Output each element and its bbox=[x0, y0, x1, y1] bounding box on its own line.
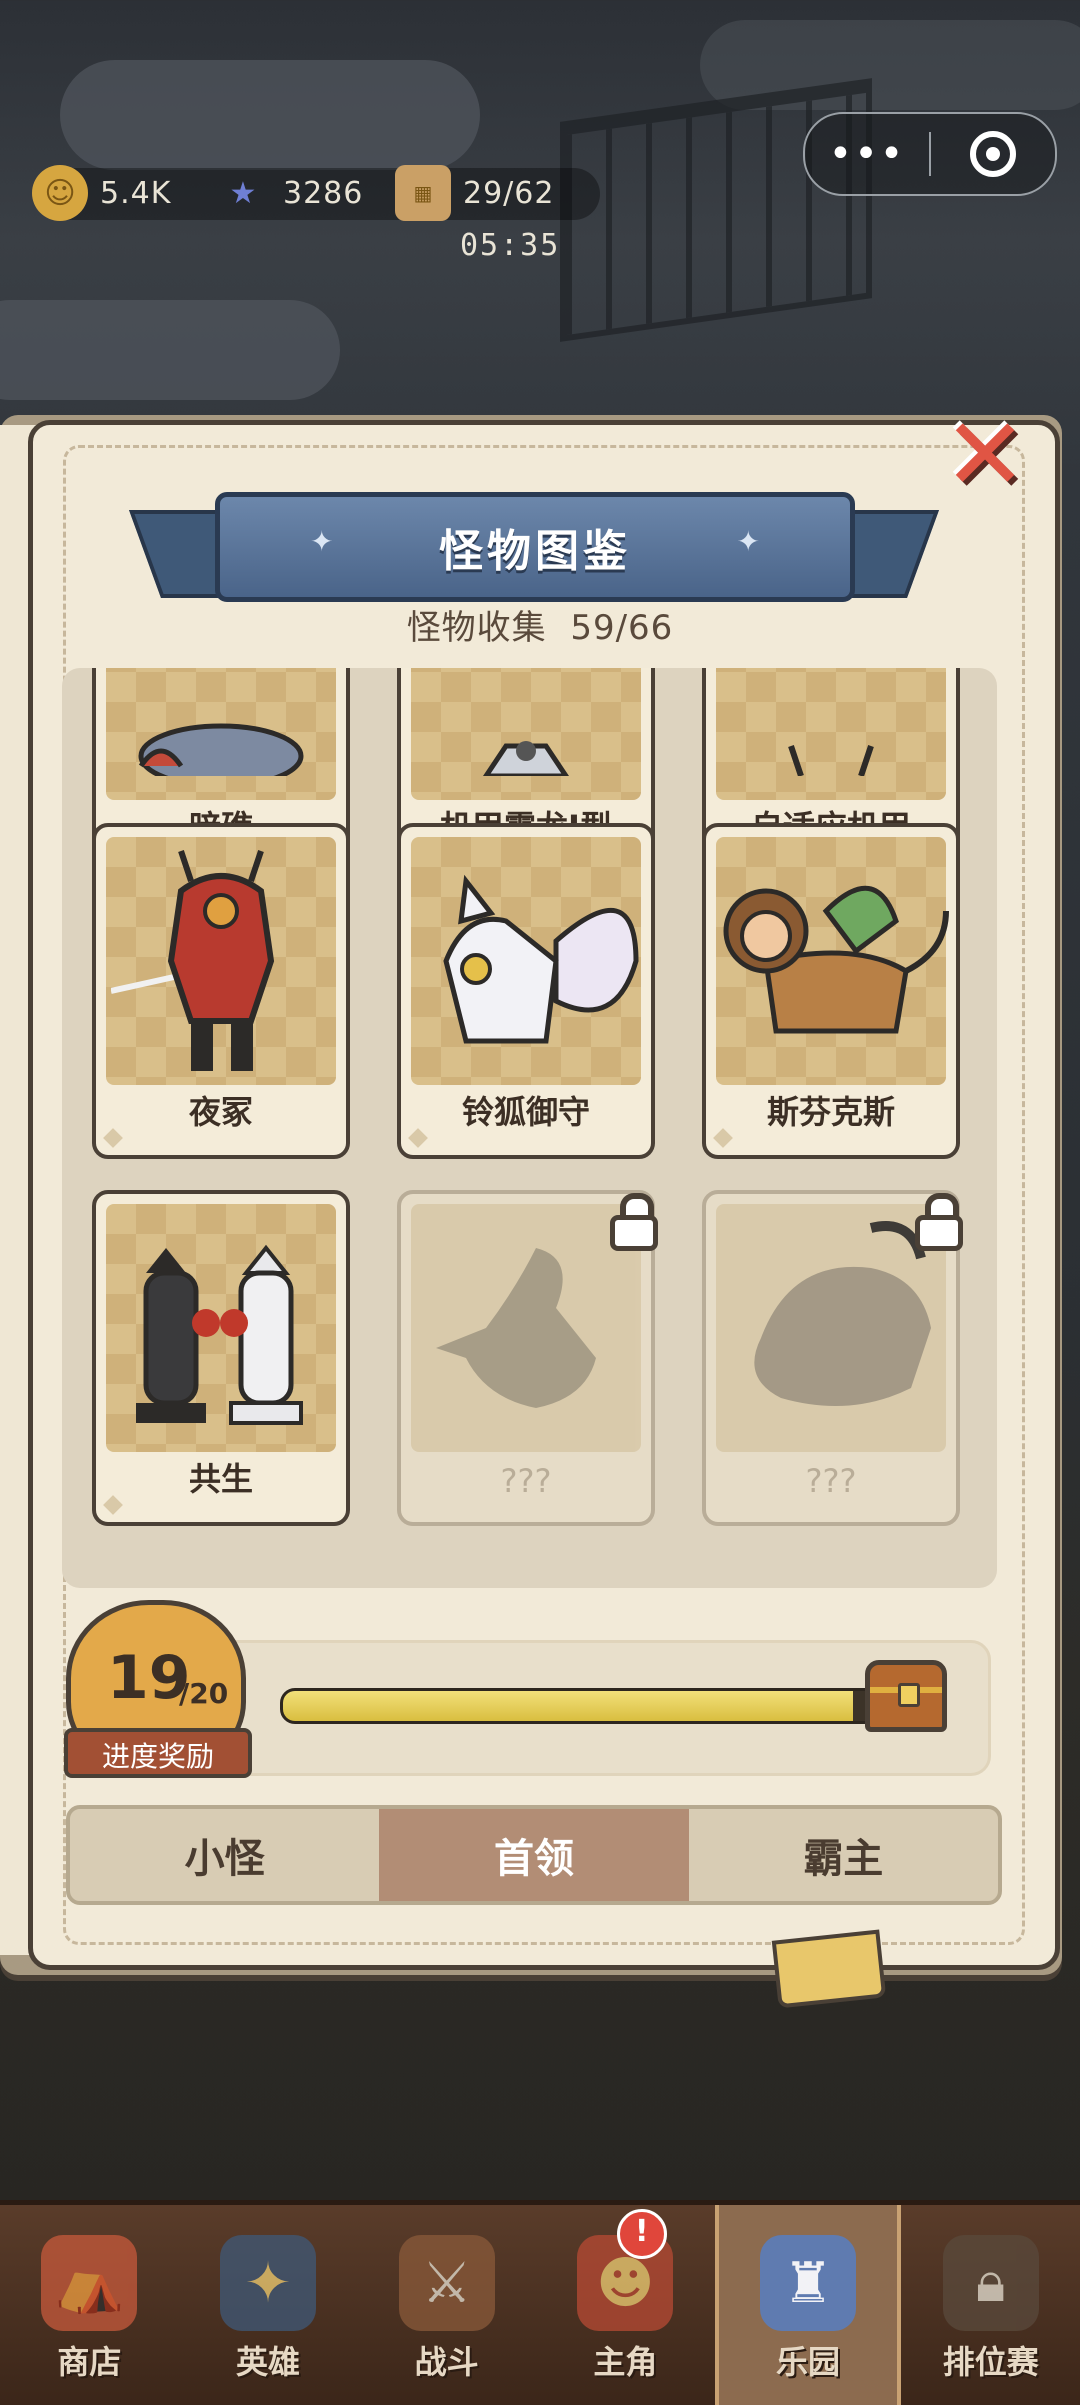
shop-icon: ⛺ bbox=[41, 2235, 138, 2331]
background-cloud bbox=[60, 60, 480, 170]
hero-cards-icon: ✦ bbox=[220, 2235, 316, 2331]
monster-art bbox=[411, 837, 641, 1085]
collection-count: 59/66 bbox=[570, 608, 674, 648]
nav-item-ranked[interactable]: 🔒︎ 排位赛 bbox=[901, 2205, 1080, 2405]
sphinx-icon bbox=[723, 885, 949, 1034]
monster-card[interactable]: 斯芬克斯 bbox=[702, 823, 960, 1159]
progress-fill bbox=[283, 1691, 853, 1721]
monster-name-hidden: ??? bbox=[805, 1462, 857, 1500]
progress-current: 19 bbox=[107, 1643, 191, 1713]
collection-progress: 怪物收集 59/66 bbox=[0, 600, 1080, 649]
progress-reward-label: 进度奖励 bbox=[64, 1728, 252, 1778]
monster-card[interactable]: 夜冢 bbox=[92, 823, 350, 1159]
monster-art bbox=[411, 668, 641, 800]
star-gem-icon: ★ bbox=[229, 175, 257, 211]
progress-bar bbox=[280, 1688, 886, 1724]
title-ribbon: ✦ 怪物图鉴 ✦ bbox=[215, 492, 855, 602]
monster-name: 夜冢 bbox=[188, 1093, 253, 1131]
refill-timer: 05:35 bbox=[460, 228, 561, 263]
chess-king-twins-icon bbox=[136, 1244, 303, 1425]
lock-icon bbox=[915, 1193, 963, 1251]
target-circle-icon bbox=[970, 131, 1016, 177]
bell-fox-icon bbox=[443, 874, 639, 1044]
monster-art bbox=[106, 668, 336, 800]
category-tabs: 小怪 首领 霸主 bbox=[66, 1805, 1002, 1905]
adaptive-mech-icon bbox=[788, 745, 874, 776]
nav-label: 战斗 bbox=[414, 2343, 479, 2381]
nav-label: 商店 bbox=[57, 2343, 122, 2381]
nav-item-heroes[interactable]: ✦ 英雄 bbox=[179, 2205, 358, 2405]
coin-icon: ☺ bbox=[32, 165, 88, 221]
battle-icon: ⚔ bbox=[398, 2235, 495, 2331]
monster-silhouette bbox=[411, 1204, 641, 1452]
nav-label: 乐园 bbox=[776, 2343, 841, 2381]
gem-amount: 3286 bbox=[283, 175, 364, 211]
monster-card[interactable]: 铃狐御守 bbox=[397, 823, 655, 1159]
ranked-lock-icon: 🔒︎ bbox=[942, 2235, 1039, 2331]
nav-item-battle[interactable]: ⚔ 战斗 bbox=[357, 2205, 536, 2405]
scorpion-silhouette-icon bbox=[436, 1248, 596, 1408]
background-cloud bbox=[0, 300, 340, 400]
nav-label: 排位赛 bbox=[942, 2343, 1039, 2381]
coin-counter[interactable]: ☺ 5.4K bbox=[32, 165, 171, 221]
monster-art bbox=[106, 837, 336, 1085]
monster-name: 铃狐御守 bbox=[461, 1093, 590, 1131]
monster-art bbox=[106, 1204, 336, 1452]
sparkle-icon: ✦ bbox=[310, 525, 334, 558]
monster-silhouette bbox=[716, 1204, 946, 1452]
nav-label: 英雄 bbox=[236, 2343, 301, 2381]
cracker-ticket-icon: ▦ bbox=[395, 165, 451, 221]
treasure-chest-icon[interactable] bbox=[865, 1660, 947, 1732]
bookmark-tab bbox=[771, 1929, 887, 2009]
tab-minions[interactable]: 小怪 bbox=[70, 1809, 379, 1901]
ticket-counter[interactable]: ▦ 29/62 bbox=[395, 165, 554, 221]
beast-silhouette-icon bbox=[754, 1221, 931, 1406]
samurai-demon-icon bbox=[111, 850, 275, 1071]
monster-name: 共生 bbox=[188, 1460, 253, 1498]
lock-icon bbox=[610, 1193, 658, 1251]
tab-bosses[interactable]: 首领 bbox=[379, 1809, 689, 1901]
mech-dragon-icon bbox=[482, 741, 570, 776]
collection-label: 怪物收集 bbox=[406, 608, 547, 648]
monster-card[interactable]: 共生 bbox=[92, 1190, 350, 1526]
progress-total: /20 bbox=[179, 1677, 229, 1710]
monster-art bbox=[716, 668, 946, 800]
close-button[interactable]: ✕ bbox=[930, 405, 1040, 505]
nav-item-park[interactable]: ♜ 乐园 bbox=[714, 2205, 902, 2405]
notification-badge: ! bbox=[616, 2209, 667, 2259]
sparkle-icon: ✦ bbox=[736, 525, 760, 558]
monster-name: 斯芬克斯 bbox=[766, 1093, 895, 1131]
monster-art bbox=[716, 837, 949, 1085]
nav-label: 主角 bbox=[593, 2343, 658, 2381]
monster-name-hidden: ??? bbox=[500, 1462, 552, 1500]
tab-overlords[interactable]: 霸主 bbox=[689, 1809, 998, 1901]
nav-item-shop[interactable]: ⛺ 商店 bbox=[0, 2205, 179, 2405]
ticket-amount: 29/62 bbox=[463, 175, 555, 211]
castle-icon: ♜ bbox=[760, 2235, 857, 2331]
bottom-navigation: ⛺ 商店 ✦ 英雄 ⚔ 战斗 ☻ 主角 ! ♜ 乐园 🔒︎ 排位赛 bbox=[0, 2200, 1080, 2405]
more-menu-button[interactable]: ••• bbox=[805, 134, 929, 174]
gem-counter[interactable]: ★ 3286 bbox=[215, 165, 363, 221]
reef-monster-icon bbox=[138, 723, 304, 776]
miniprogram-capsule: ••• bbox=[803, 112, 1057, 196]
monster-grid[interactable]: 暗礁 机甲霸龙I型 自适应机甲 bbox=[62, 668, 997, 1588]
nav-item-protagonist[interactable]: ☻ 主角 ! bbox=[536, 2205, 715, 2405]
coin-amount: 5.4K bbox=[100, 175, 172, 211]
page-title: 怪物图鉴 bbox=[439, 526, 631, 577]
exit-miniprogram-button[interactable] bbox=[931, 131, 1055, 177]
